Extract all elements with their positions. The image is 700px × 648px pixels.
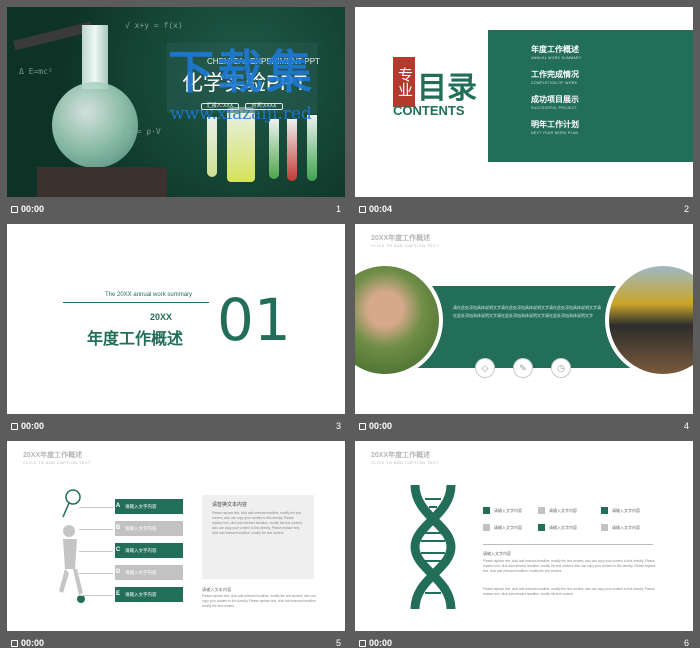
slide-title: 20XX年度工作概述 <box>371 235 431 242</box>
body-text: Please replace text, click add relevant … <box>483 587 655 596</box>
slide-title: 20XX年度工作概述 <box>371 452 431 459</box>
slide-caption: CLICK TO ADD CAPTION TEXT <box>371 460 439 465</box>
slide-6-canvas[interactable]: 20XX年度工作概述 CLICK TO ADD CAPTION TEXT 请输入… <box>355 441 693 631</box>
band-text: 请在此处添加具体说明文字请在此处添加具体说明文字请在此处添加具体说明文字请在此处… <box>453 305 601 318</box>
slide-time: 00:00 <box>21 204 45 214</box>
body-text: Please replace text, click add relevant … <box>483 559 656 573</box>
flask-neck <box>82 25 108 89</box>
option-tag-a: 请输入文字内容 <box>115 499 183 514</box>
year-label: 20XX <box>150 312 173 322</box>
section-title: 年度工作概述 <box>87 331 184 348</box>
contents-item: 年度工作概述 ANNUAL WORK SUMMARY <box>531 45 582 60</box>
slide-number: 1 <box>335 204 341 214</box>
slide-number: 3 <box>335 421 341 431</box>
slide-info-bar: 00:00 3 <box>7 417 345 437</box>
test-tube <box>287 119 297 181</box>
lower-text: Please replace text, click add relevant … <box>202 594 317 608</box>
contents-panel: 年度工作概述 ANNUAL WORK SUMMARY 工作完成情况 COMPLETI… <box>488 30 693 162</box>
watermark-text: 下载集 <box>168 46 315 98</box>
legend-item: 请输入文字内容 <box>601 524 640 531</box>
chalk-formula: √ x+y = f(x) <box>125 21 183 30</box>
slide-info-bar: 00:00 6 <box>355 634 693 648</box>
legend-item: 请输入文字内容 <box>601 507 640 514</box>
option-letter: A <box>115 503 121 509</box>
section-number: 01 <box>217 286 291 354</box>
option-letter: B <box>115 525 121 531</box>
book-stack <box>37 167 167 197</box>
slide-time: 00:00 <box>369 638 393 648</box>
legend-item: 请输入文字内容 <box>538 507 577 514</box>
test-tube <box>207 117 217 177</box>
sound-icon <box>359 205 366 213</box>
slide-info-bar: 00:00 1 <box>7 200 345 220</box>
slide-number: 5 <box>335 638 341 648</box>
slide-info-bar: 00:00 4 <box>355 417 693 437</box>
contents-subtitle: CONTENTS <box>393 103 465 118</box>
contents-title: 目录 <box>417 72 477 105</box>
sound-icon <box>11 422 18 430</box>
text-box: 请替换文本内容 Please replace text, click add r… <box>202 495 314 579</box>
option-letter: E <box>115 591 120 597</box>
option-tag-b: 请输入文字内容 <box>115 521 183 536</box>
flask-image <box>52 82 138 168</box>
slide-time: 00:00 <box>21 421 45 431</box>
slide-2-canvas[interactable]: 专业 目录 CONTENTS 年度工作概述 ANNUAL WORK SUMMARY… <box>355 7 693 197</box>
sound-icon <box>11 205 18 213</box>
sound-icon <box>359 422 366 430</box>
sound-icon <box>11 639 18 647</box>
slide-4-canvas[interactable]: 20XX年度工作概述 CLICK TO ADD CAPTION TEXT 请在此… <box>355 224 693 414</box>
divider-line <box>63 302 209 303</box>
watch-icon: ◷ <box>551 358 571 378</box>
slide-3-canvas[interactable]: The 20XX annual work summary 20XX 年度工作概述… <box>7 224 345 414</box>
slide-time: 00:00 <box>369 421 393 431</box>
annual-summary-label: The 20XX annual work summary <box>105 292 193 298</box>
slide-time: 00:00 <box>21 638 45 648</box>
divider-line <box>483 544 653 545</box>
legend-item: 请输入文字内容 <box>483 524 522 531</box>
watermark-url: www.xiazaiji.red <box>170 104 312 124</box>
chalk-formula: Δ E=mc² <box>19 67 53 76</box>
text-box-title: 请替换文本内容 <box>212 502 248 508</box>
seal-stamp: 专业 <box>393 57 415 107</box>
slide-number: 6 <box>683 638 689 648</box>
sound-icon <box>359 639 366 647</box>
contents-item: 成功项目展示 SUCCESSFUL PROJECT <box>531 95 579 110</box>
section-label: 请输入文字内容 <box>483 551 511 556</box>
option-letter: D <box>115 569 121 575</box>
slide-title: 20XX年度工作概述 <box>23 452 83 459</box>
dna-helix-icon <box>410 485 456 609</box>
slide-info-bar: 00:04 2 <box>355 200 693 220</box>
option-tag-e: 请输入文字内容 <box>115 587 183 602</box>
test-tube <box>269 119 279 179</box>
slide-number: 2 <box>683 204 689 214</box>
option-tag-c: 请输入文字内容 <box>115 543 183 558</box>
option-tag-d: 请输入文字内容 <box>115 565 183 580</box>
slide-caption: CLICK TO ADD CAPTION TEXT <box>371 243 439 248</box>
slide-caption: CLICK TO ADD CAPTION TEXT <box>23 460 91 465</box>
legend-item: 请输入文字内容 <box>483 507 522 514</box>
text-box-body: Please replace text, click add relevant … <box>212 511 303 535</box>
lower-title: 请输入文本内容 <box>202 587 232 592</box>
slide-5-canvas[interactable]: 20XX年度工作概述 CLICK TO ADD CAPTION TEXT 请输入… <box>7 441 345 631</box>
contents-item: 工作完成情况 COMPLETION OF WORK <box>531 70 579 85</box>
option-letter: C <box>115 547 121 553</box>
tennis-player-icon <box>59 489 85 603</box>
contents-item: 明年工作计划 NEXT YEAR WORK PLAN <box>531 120 579 135</box>
diamond-icon: ◇ <box>475 358 495 378</box>
pen-icon: ✎ <box>513 358 533 378</box>
slide-number: 4 <box>683 421 689 431</box>
slide-info-bar: 00:00 5 <box>7 634 345 648</box>
legend-item: 请输入文字内容 <box>538 524 577 531</box>
slide-time: 00:04 <box>369 204 393 214</box>
test-tube <box>307 115 317 181</box>
